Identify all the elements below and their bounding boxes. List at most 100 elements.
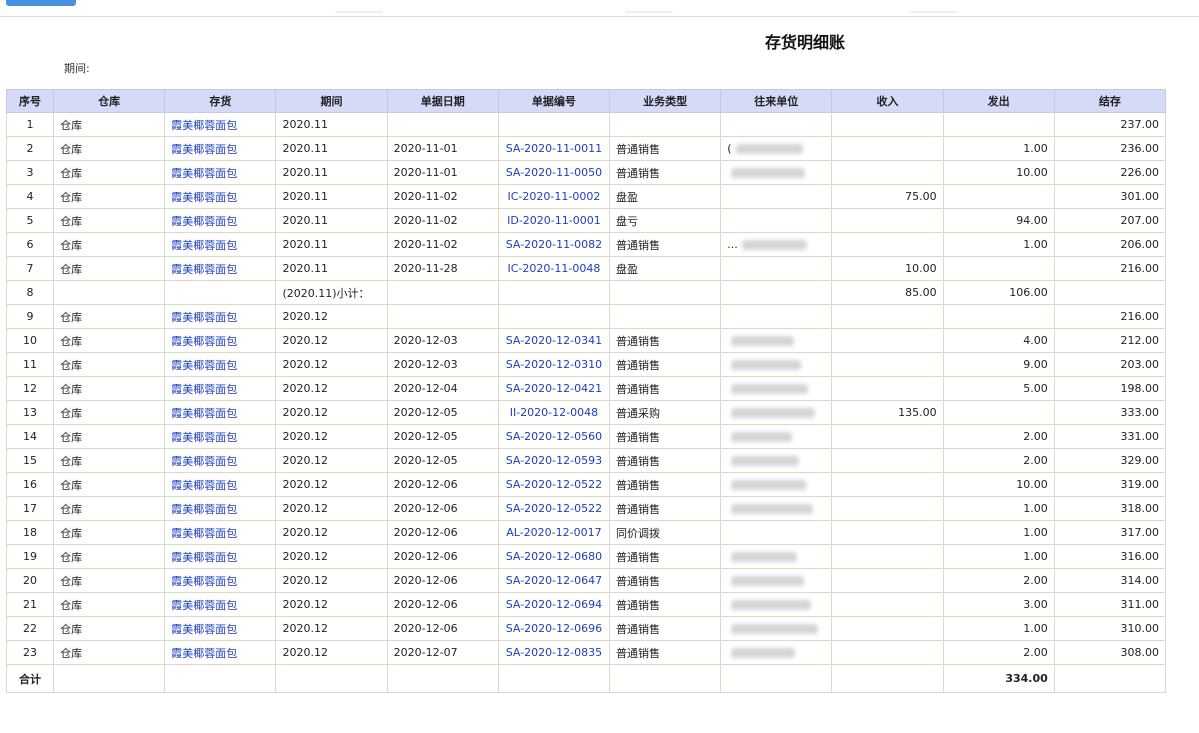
col-header-seq[interactable]: 序号 xyxy=(5,89,55,113)
cell-income xyxy=(831,544,944,569)
table-row[interactable]: 20 仓库 霞美椰蓉面包 2020.12 2020-12-06 SA-2020-12-06… xyxy=(5,568,1167,593)
table-row[interactable]: 22 仓库 霞美椰蓉面包 2020.12 2020-12-06 SA-2020-12-06… xyxy=(5,616,1167,641)
cell-doc-no-link[interactable]: SA-2020-12-0522 xyxy=(497,472,611,497)
table-row[interactable]: 16 仓库 霞美椰蓉面包 2020.12 2020-12-06 SA-2020-12-05… xyxy=(5,472,1167,497)
cell-doc-no-link[interactable]: IC-2020-11-0048 xyxy=(497,256,611,281)
table-row[interactable]: 9 仓库 霞美椰蓉面包 2020.12 216.00 xyxy=(5,304,1167,329)
table-row[interactable]: 5 仓库 霞美椰蓉面包 2020.11 2020-11-02 ID-2020-11-000… xyxy=(5,208,1167,233)
cell-issue xyxy=(942,304,1055,329)
cell-item-link[interactable]: 霞美椰蓉面包 xyxy=(164,400,277,425)
col-header-issue[interactable]: 发出 xyxy=(942,89,1055,113)
table-row[interactable]: 13 仓库 霞美椰蓉面包 2020.12 2020-12-05 II-2020-12-00… xyxy=(5,400,1167,425)
cell-doc-no-link[interactable]: SA-2020-11-0082 xyxy=(497,232,611,257)
cell-partner xyxy=(720,496,833,521)
cell-item-link[interactable]: 霞美椰蓉面包 xyxy=(164,592,277,617)
cell-item-link[interactable]: 霞美椰蓉面包 xyxy=(164,640,277,665)
active-tab-button[interactable] xyxy=(6,0,76,6)
cell-item-link[interactable]: 霞美椰蓉面包 xyxy=(164,208,277,233)
cell-item-link[interactable]: 霞美椰蓉面包 xyxy=(164,184,277,209)
table-row[interactable]: 14 仓库 霞美椰蓉面包 2020.12 2020-12-05 SA-2020-12-05… xyxy=(5,424,1167,449)
cell-date: 2020-12-03 xyxy=(386,328,499,353)
col-header-income[interactable]: 收入 xyxy=(831,89,944,113)
cell-doc-no-link[interactable]: SA-2020-12-0680 xyxy=(497,544,611,569)
cell-doc-no-link[interactable]: SA-2020-12-0593 xyxy=(497,448,611,473)
cell-doc-no-link[interactable]: II-2020-12-0048 xyxy=(497,400,611,425)
cell-warehouse: 仓库 xyxy=(53,472,166,497)
table-row[interactable]: 7 仓库 霞美椰蓉面包 2020.11 2020-11-28 IC-2020-11-004… xyxy=(5,256,1167,281)
table-row[interactable]: 17 仓库 霞美椰蓉面包 2020.12 2020-12-06 SA-2020-12-05… xyxy=(5,496,1167,521)
cell-item-link[interactable]: 霞美椰蓉面包 xyxy=(164,160,277,185)
cell-doc-no-link[interactable]: IC-2020-11-0002 xyxy=(497,184,611,209)
cell-doc-no-link[interactable]: SA-2020-11-0011 xyxy=(497,136,611,161)
cell-item-link[interactable]: 霞美椰蓉面包 xyxy=(164,424,277,449)
col-header-partner[interactable]: 往来单位 xyxy=(720,89,833,113)
cell-income xyxy=(831,352,944,377)
cell-item-link[interactable]: 霞美椰蓉面包 xyxy=(164,472,277,497)
cell-doc-no-link[interactable]: SA-2020-12-0421 xyxy=(497,376,611,401)
cell-item-link[interactable]: 霞美椰蓉面包 xyxy=(164,232,277,257)
cell-item-link[interactable]: 霞美椰蓉面包 xyxy=(164,520,277,545)
table-row[interactable]: 4 仓库 霞美椰蓉面包 2020.11 2020-11-02 IC-2020-11-000… xyxy=(5,184,1167,209)
cell-income xyxy=(831,472,944,497)
cell-date: 2020-11-01 xyxy=(386,160,499,185)
cell-doc-no-link[interactable]: SA-2020-12-0341 xyxy=(497,328,611,353)
cell-warehouse: 仓库 xyxy=(53,184,166,209)
col-header-date[interactable]: 单据日期 xyxy=(386,89,499,113)
cell-partner xyxy=(720,160,833,185)
cell-item-link[interactable]: 霞美椰蓉面包 xyxy=(164,256,277,281)
table-row[interactable]: 23 仓库 霞美椰蓉面包 2020.12 2020-12-07 SA-2020-12-08… xyxy=(5,640,1167,665)
table-row[interactable]: 12 仓库 霞美椰蓉面包 2020.12 2020-12-04 SA-2020-12-04… xyxy=(5,376,1167,401)
cell-doc-no-link[interactable]: SA-2020-12-0835 xyxy=(497,640,611,665)
table-row[interactable]: 1 仓库 霞美椰蓉面包 2020.11 237.00 xyxy=(5,112,1167,137)
cell-income: 135.00 xyxy=(831,400,944,425)
cell-item-link[interactable]: 霞美椰蓉面包 xyxy=(164,112,277,137)
cell-doc-no-link[interactable]: SA-2020-12-0522 xyxy=(497,496,611,521)
cell-item-link[interactable]: 霞美椰蓉面包 xyxy=(164,136,277,161)
cell-doc-no-link[interactable]: SA-2020-12-0694 xyxy=(497,592,611,617)
cell-date: 2020-12-03 xyxy=(386,352,499,377)
col-header-warehouse[interactable]: 仓库 xyxy=(53,89,166,113)
cell-item-link[interactable]: 霞美椰蓉面包 xyxy=(164,568,277,593)
table-row[interactable]: 15 仓库 霞美椰蓉面包 2020.12 2020-12-05 SA-2020-12-05… xyxy=(5,448,1167,473)
table-row[interactable]: 21 仓库 霞美椰蓉面包 2020.12 2020-12-06 SA-2020-12-06… xyxy=(5,592,1167,617)
toolbar-placeholder xyxy=(910,11,958,13)
col-header-doc-no[interactable]: 单据编号 xyxy=(497,89,611,113)
partner-text: ( xyxy=(727,142,732,155)
cell-doc-no-link[interactable]: SA-2020-11-0050 xyxy=(497,160,611,185)
cell-item-link[interactable]: 霞美椰蓉面包 xyxy=(164,544,277,569)
cell-doc-no-link[interactable]: SA-2020-12-0560 xyxy=(497,424,611,449)
col-header-balance[interactable]: 结存 xyxy=(1053,89,1167,113)
cell-item-link[interactable]: 霞美椰蓉面包 xyxy=(164,304,277,329)
cell-date: 2020-12-06 xyxy=(386,472,499,497)
cell-warehouse: 仓库 xyxy=(53,568,166,593)
col-header-biz-type[interactable]: 业务类型 xyxy=(609,89,722,113)
cell-item-link[interactable]: 霞美椰蓉面包 xyxy=(164,328,277,353)
cell-doc-no-link[interactable]: SA-2020-12-0647 xyxy=(497,568,611,593)
table-row[interactable]: 3 仓库 霞美椰蓉面包 2020.11 2020-11-01 SA-2020-11-005… xyxy=(5,160,1167,185)
col-header-period[interactable]: 期间 xyxy=(275,89,388,113)
cell-biz-type xyxy=(609,304,722,329)
cell-item-link[interactable]: 霞美椰蓉面包 xyxy=(164,352,277,377)
cell-item-link[interactable]: 霞美椰蓉面包 xyxy=(164,448,277,473)
cell-period: 2020.11 xyxy=(275,160,388,185)
cell-doc-no-link[interactable]: SA-2020-12-0696 xyxy=(497,616,611,641)
cell-biz-type: 普通销售 xyxy=(609,616,722,641)
cell-item-link[interactable]: 霞美椰蓉面包 xyxy=(164,616,277,641)
table-row[interactable]: 19 仓库 霞美椰蓉面包 2020.12 2020-12-06 SA-2020-12-06… xyxy=(5,544,1167,569)
cell-partner xyxy=(720,472,833,497)
cell-doc-no-link[interactable]: SA-2020-12-0310 xyxy=(497,352,611,377)
cell-warehouse: 仓库 xyxy=(53,256,166,281)
table-row[interactable]: 8 (2020.11)小计： 85.00 106.00 xyxy=(5,280,1167,305)
table-row[interactable]: 6 仓库 霞美椰蓉面包 2020.11 2020-11-02 SA-2020-11-008… xyxy=(5,232,1167,257)
cell-item-link[interactable]: 霞美椰蓉面包 xyxy=(164,496,277,521)
table-row[interactable]: 18 仓库 霞美椰蓉面包 2020.12 2020-12-06 AL-2020-12-00… xyxy=(5,520,1167,545)
cell-doc-no-link[interactable]: AL-2020-12-0017 xyxy=(497,520,611,545)
redacted-mask xyxy=(731,432,793,442)
table-row[interactable]: 11 仓库 霞美椰蓉面包 2020.12 2020-12-03 SA-2020-12-03… xyxy=(5,352,1167,377)
table-row[interactable]: 10 仓库 霞美椰蓉面包 2020.12 2020-12-03 SA-2020-12-03… xyxy=(5,328,1167,353)
cell-doc-no-link[interactable]: ID-2020-11-0001 xyxy=(497,208,611,233)
cell-balance: 216.00 xyxy=(1053,256,1167,281)
col-header-item[interactable]: 存货 xyxy=(164,89,277,113)
table-row[interactable]: 2 仓库 霞美椰蓉面包 2020.11 2020-11-01 SA-2020-11-001… xyxy=(5,136,1167,161)
cell-item-link[interactable]: 霞美椰蓉面包 xyxy=(164,376,277,401)
